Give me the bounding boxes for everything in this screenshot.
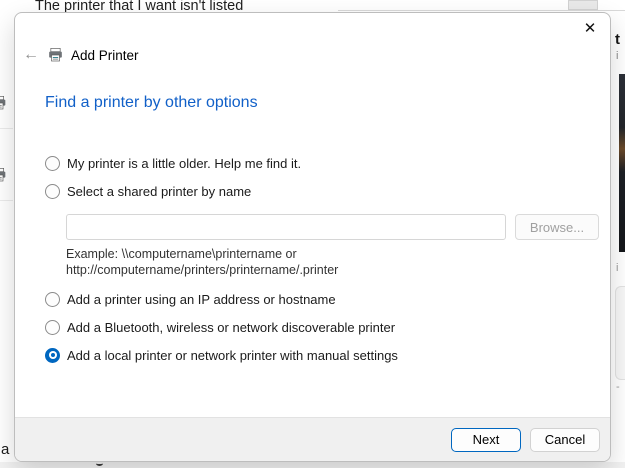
close-icon[interactable]: ✕ [579, 17, 601, 39]
add-printer-dialog: ✕ ← Add Printer Find a printer by other … [14, 12, 611, 462]
background-image-fragment [619, 74, 625, 252]
background-list-separator [0, 200, 13, 201]
example-line1: Example: \\computername\printername or [66, 246, 600, 262]
background-divider [338, 10, 625, 11]
option-label: Add a local printer or network printer w… [67, 348, 398, 363]
option-local-printer-manual[interactable]: Add a local printer or network printer w… [45, 345, 600, 365]
radio-icon[interactable] [45, 184, 60, 199]
option-shared-printer[interactable]: Select a shared printer by name [45, 181, 600, 201]
background-text-fragment: i [616, 50, 618, 62]
dialog-header: ← Add Printer [23, 46, 139, 64]
example-line2: http://computername/printers/printername… [66, 262, 600, 278]
background-printer-icon [0, 167, 7, 188]
background-card-fragment [615, 286, 625, 380]
background-scrollbar-fragment[interactable] [568, 0, 598, 10]
radio-icon[interactable] [45, 292, 60, 307]
screen: The printer that I want isn't listed t i… [0, 0, 625, 468]
background-text-fragment: - [616, 381, 620, 393]
background-text-fragment: a [1, 441, 9, 458]
radio-icon[interactable] [45, 348, 60, 363]
browse-button[interactable]: Browse... [515, 214, 599, 240]
radio-icon[interactable] [45, 156, 60, 171]
option-bluetooth-wireless[interactable]: Add a Bluetooth, wireless or network dis… [45, 317, 600, 337]
option-label: My printer is a little older. Help me fi… [67, 156, 301, 171]
background-printer-icon [0, 95, 7, 116]
option-label: Add a Bluetooth, wireless or network dis… [67, 320, 395, 335]
option-label: Add a printer using an IP address or hos… [67, 292, 336, 307]
next-button[interactable]: Next [451, 428, 521, 452]
printer-icon [47, 47, 64, 63]
radio-icon[interactable] [45, 320, 60, 335]
printer-options-group: My printer is a little older. Help me fi… [45, 153, 600, 365]
background-bottom-strip [0, 462, 625, 468]
background-list-separator [0, 128, 13, 129]
option-label: Select a shared printer by name [67, 184, 251, 199]
cancel-button[interactable]: Cancel [530, 428, 600, 452]
example-text: Example: \\computername\printername or h… [66, 246, 600, 278]
shared-printer-name-input[interactable] [66, 214, 506, 240]
background-text-fragment: i [616, 262, 618, 274]
dialog-title: Add Printer [71, 48, 139, 63]
page-title: Find a printer by other options [45, 94, 258, 112]
back-icon[interactable]: ← [23, 46, 45, 64]
option-ip-address[interactable]: Add a printer using an IP address or hos… [45, 289, 600, 309]
dialog-footer: Next Cancel [15, 417, 610, 461]
background-text-fragment: t [615, 31, 620, 48]
shared-printer-block: Browse... Example: \\computername\printe… [66, 214, 600, 278]
option-older-printer[interactable]: My printer is a little older. Help me fi… [45, 153, 600, 173]
